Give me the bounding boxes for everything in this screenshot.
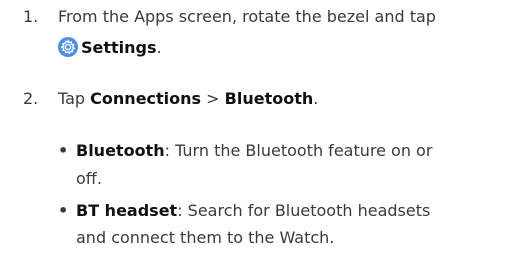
period: . bbox=[156, 38, 162, 57]
period: . bbox=[313, 89, 319, 108]
bullet-description: : Turn the Bluetooth feature on or bbox=[164, 141, 433, 160]
connections-label: Connections bbox=[90, 89, 202, 108]
bluetooth-label: Bluetooth bbox=[224, 89, 314, 108]
bullet-description: : Search for Bluetooth headsets bbox=[177, 201, 431, 220]
settings-gear-icon bbox=[58, 37, 78, 57]
step-number: 1. bbox=[23, 7, 39, 26]
bullet-icon: • bbox=[58, 201, 69, 220]
bullet-icon: • bbox=[58, 141, 69, 160]
bullet-description-continued: off. bbox=[76, 169, 102, 188]
tap-prefix: Tap bbox=[58, 89, 91, 108]
bullet-title: Bluetooth bbox=[76, 141, 165, 160]
path-separator: > bbox=[201, 89, 225, 108]
bullet-description-continued: and connect them to the Watch. bbox=[76, 228, 335, 247]
settings-label: Settings bbox=[81, 38, 157, 57]
step-number: 2. bbox=[23, 89, 39, 108]
bullet-title: BT headset bbox=[76, 201, 178, 220]
step-1-text: From the Apps screen, rotate the bezel a… bbox=[58, 7, 436, 26]
